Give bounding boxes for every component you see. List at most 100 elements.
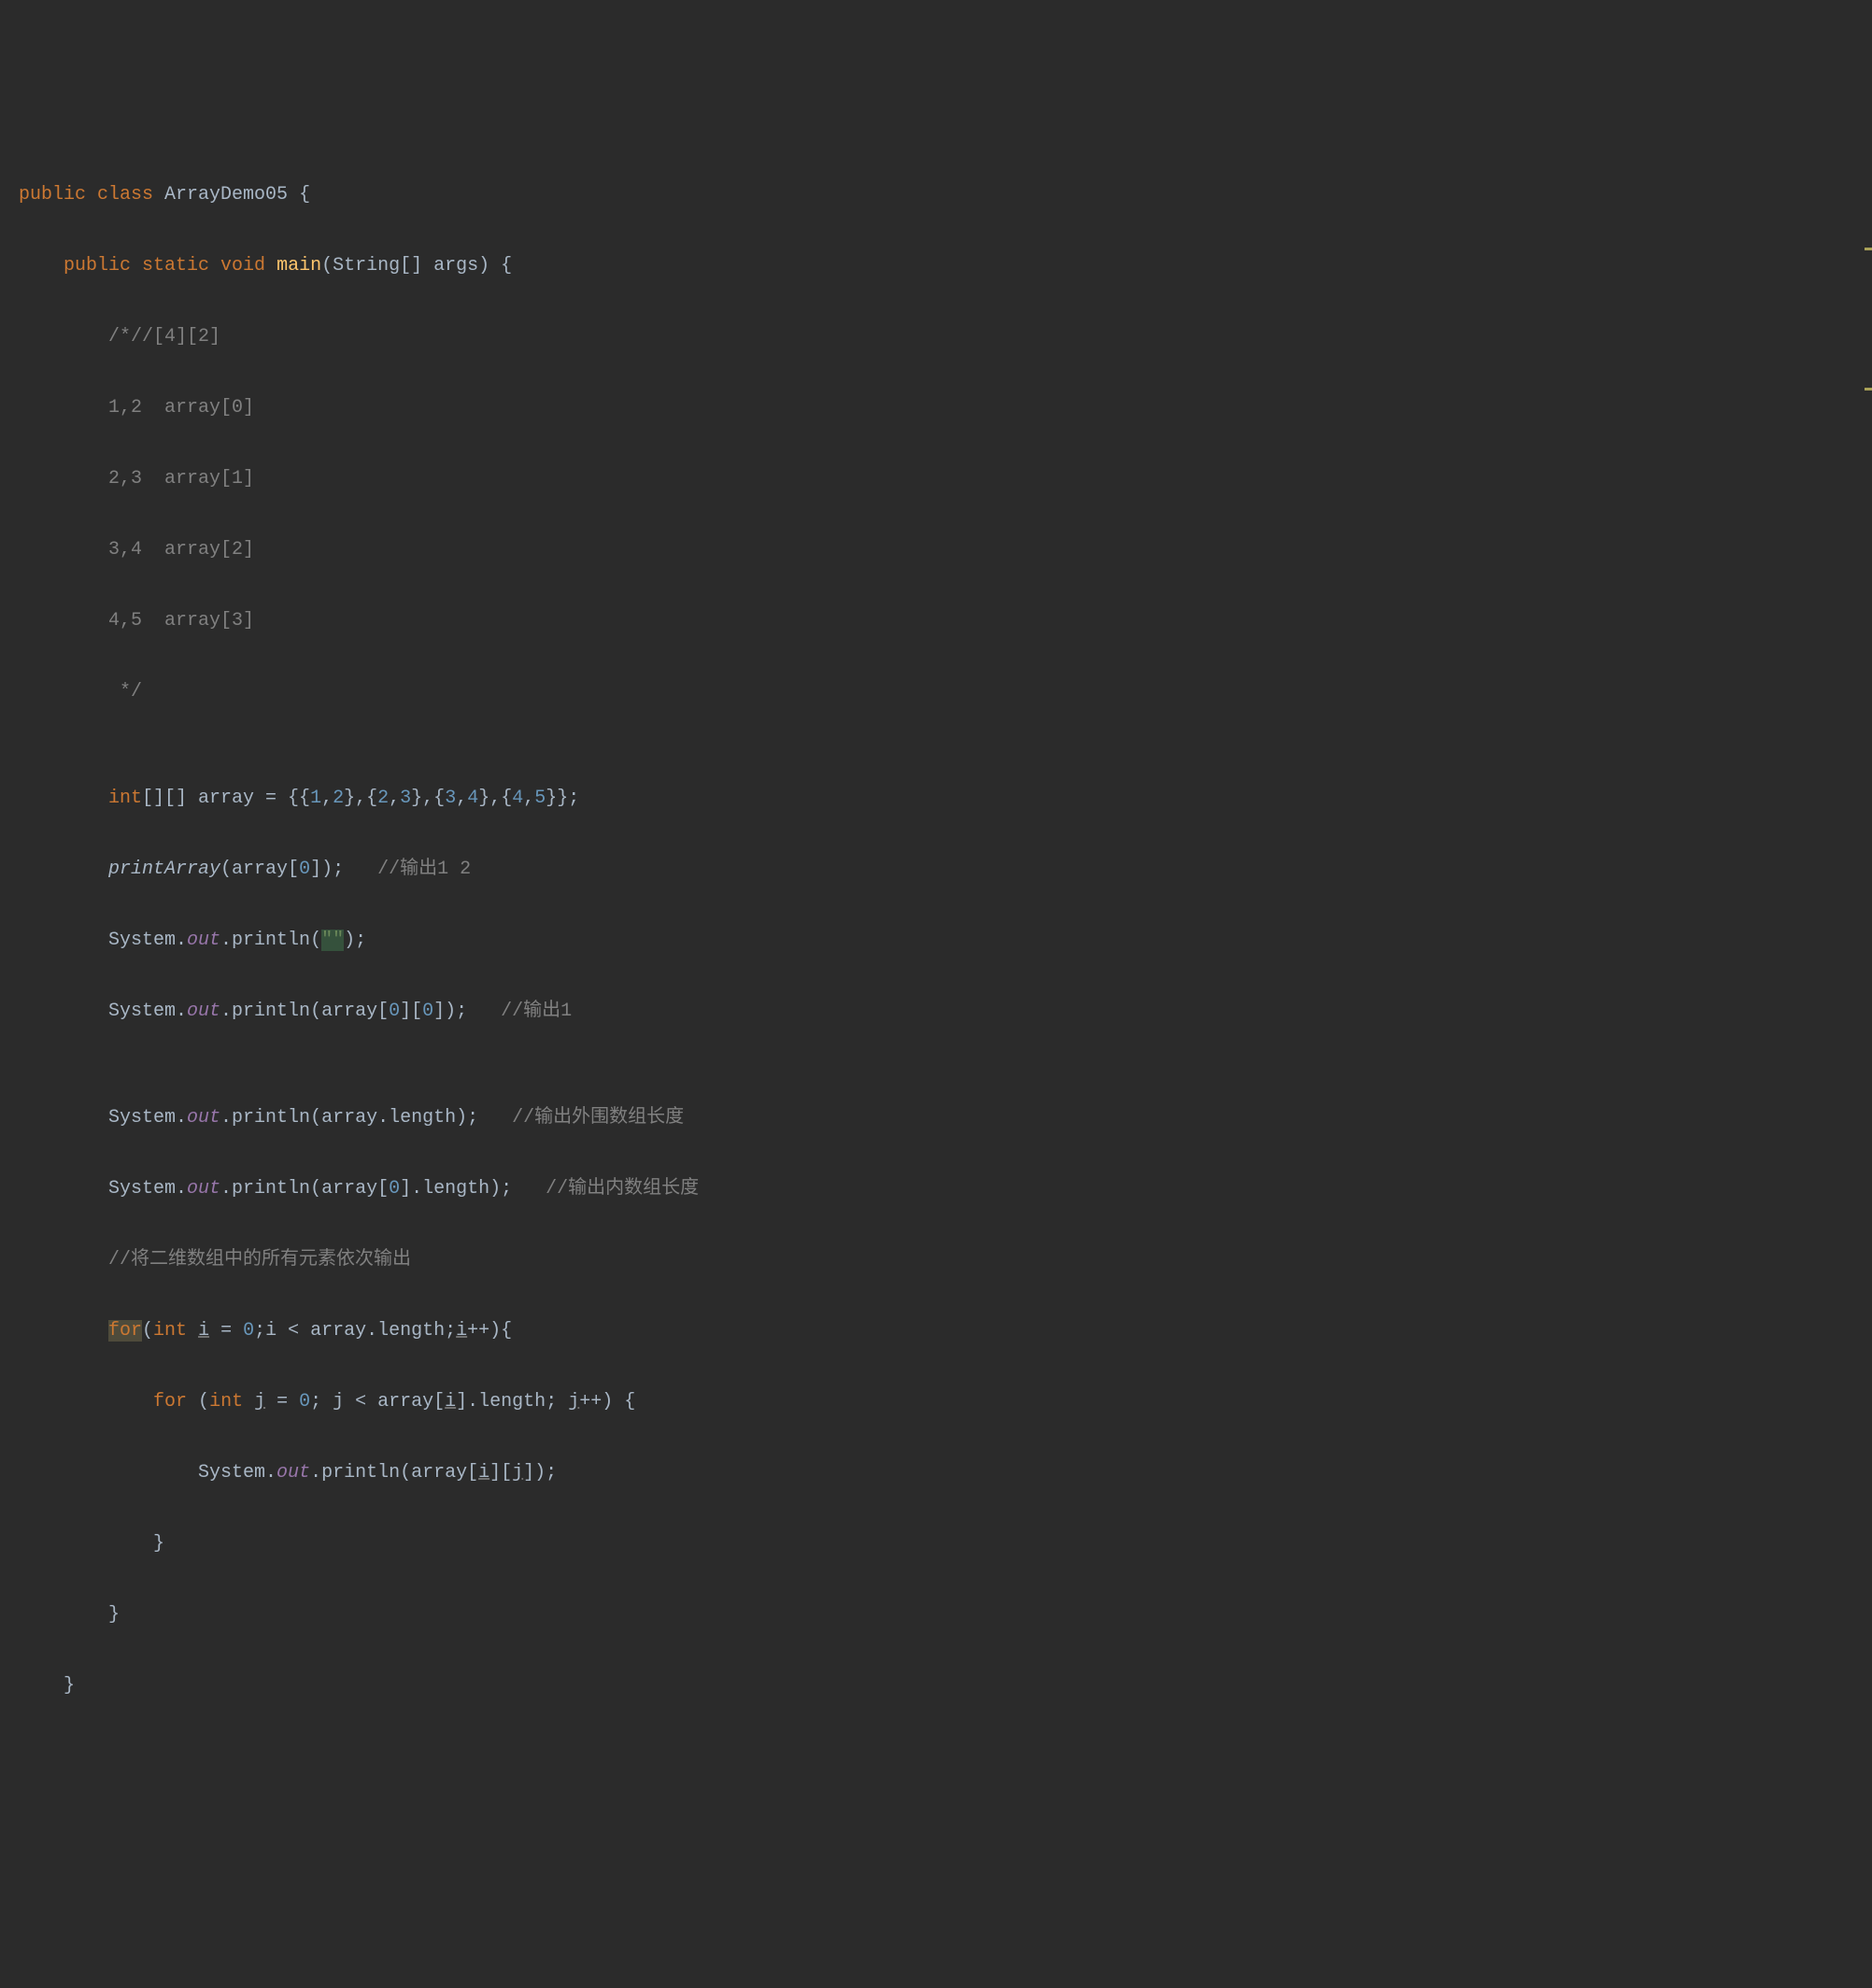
string-literal: "" xyxy=(321,930,344,951)
method-call: printArray xyxy=(108,859,220,880)
code-line[interactable]: 1,2 array[0] xyxy=(19,390,1853,426)
code-text: ].length; xyxy=(456,1391,568,1413)
static-field: out xyxy=(187,930,220,951)
code-text: .println(array[ xyxy=(220,1178,389,1200)
code-text: System. xyxy=(108,930,187,951)
keyword-for: for xyxy=(108,1320,142,1342)
comment: 3,4 array[2] xyxy=(108,539,254,561)
indent xyxy=(19,1533,153,1555)
code-line[interactable]: System.out.println(""); xyxy=(19,923,1853,958)
code-line[interactable]: for (int j = 0; j < array[i].length; j++… xyxy=(19,1384,1853,1420)
keyword: public class xyxy=(19,184,164,206)
code-editor[interactable]: public class ArrayDemo05 { public static… xyxy=(0,142,1872,1740)
indent xyxy=(19,397,108,419)
comma: , xyxy=(456,788,467,809)
number: 2 xyxy=(377,788,389,809)
number: 4 xyxy=(512,788,523,809)
code-text: .println( xyxy=(220,930,321,951)
editor-right-gutter xyxy=(1863,0,1872,1157)
code-line[interactable]: for(int i = 0;i < array.length;i++){ xyxy=(19,1314,1853,1349)
code-line[interactable]: int[][] array = {{1,2},{2,3},{3,4},{4,5}… xyxy=(19,781,1853,816)
comment: //输出内数组长度 xyxy=(546,1178,699,1200)
comment: 4,5 array[3] xyxy=(108,610,254,632)
brace: } xyxy=(108,1604,120,1626)
comment: 1,2 array[0] xyxy=(108,397,254,419)
code-text: ]); xyxy=(523,1462,557,1484)
static-field: out xyxy=(187,1001,220,1022)
static-field: out xyxy=(277,1462,310,1484)
comment: //输出1 xyxy=(501,1001,572,1022)
variable: i xyxy=(478,1462,489,1484)
keyword: public static void xyxy=(64,255,277,277)
indent xyxy=(19,1604,108,1626)
code-line[interactable]: } xyxy=(19,1668,1853,1704)
code-text: System. xyxy=(198,1462,277,1484)
params: (String[] args) { xyxy=(321,255,512,277)
code-line[interactable]: */ xyxy=(19,674,1853,710)
number: 4 xyxy=(467,788,478,809)
indent xyxy=(19,681,120,703)
indent xyxy=(19,1178,108,1200)
number: 0 xyxy=(389,1001,400,1022)
code-line[interactable]: //将二维数组中的所有元素依次输出 xyxy=(19,1242,1853,1278)
code-text: .println(array[ xyxy=(220,1001,389,1022)
code-text: ++){ xyxy=(467,1320,512,1342)
warning-stripe[interactable] xyxy=(1865,388,1872,390)
indent xyxy=(19,255,64,277)
paren: ( xyxy=(198,1391,209,1413)
code-line[interactable]: } xyxy=(19,1526,1853,1562)
variable: j xyxy=(512,1462,523,1484)
variable: j xyxy=(568,1391,579,1413)
indent xyxy=(19,930,108,951)
indent xyxy=(19,1675,64,1697)
number: 0 xyxy=(422,1001,433,1022)
code-line[interactable]: 4,5 array[3] xyxy=(19,604,1853,639)
code-line[interactable]: printArray(array[0]); //输出1 2 xyxy=(19,852,1853,888)
code-text: .println(array.length); xyxy=(220,1107,512,1129)
indent xyxy=(19,1107,108,1129)
code-text: = xyxy=(209,1320,243,1342)
indent xyxy=(19,788,108,809)
class-name: ArrayDemo05 xyxy=(164,184,299,206)
comment: 2,3 array[1] xyxy=(108,468,254,490)
indent xyxy=(19,468,108,490)
comment: //将二维数组中的所有元素依次输出 xyxy=(108,1249,411,1271)
static-field: out xyxy=(187,1107,220,1129)
comma: , xyxy=(389,788,400,809)
code-text: ].length); xyxy=(400,1178,546,1200)
code-line[interactable]: } xyxy=(19,1598,1853,1633)
paren: ( xyxy=(142,1320,153,1342)
code-text: ]); xyxy=(433,1001,501,1022)
indent xyxy=(19,1391,153,1413)
comment: //输出外围数组长度 xyxy=(512,1107,684,1129)
keyword: int xyxy=(153,1320,198,1342)
code-line[interactable]: public static void main(String[] args) { xyxy=(19,248,1853,284)
number: 0 xyxy=(389,1178,400,1200)
warning-stripe[interactable] xyxy=(1865,248,1872,250)
method-name: main xyxy=(277,255,321,277)
code-text: ][ xyxy=(489,1462,512,1484)
code-text: .println(array[ xyxy=(310,1462,478,1484)
code-line[interactable]: System.out.println(array[0][0]); //输出1 xyxy=(19,994,1853,1030)
number: 0 xyxy=(299,859,310,880)
brace: { xyxy=(299,184,310,206)
code-line[interactable]: System.out.println(array[i][j]); xyxy=(19,1456,1853,1491)
keyword: int xyxy=(108,788,142,809)
code-text: System. xyxy=(108,1107,187,1129)
number: 1 xyxy=(310,788,321,809)
code-line[interactable]: System.out.println(array[0].length); //输… xyxy=(19,1172,1853,1207)
indent xyxy=(19,1249,108,1271)
comment: /*//[4][2] xyxy=(108,326,220,348)
variable: j xyxy=(254,1391,265,1413)
code-line[interactable]: 3,4 array[2] xyxy=(19,532,1853,568)
code-text: ; j < array[ xyxy=(310,1391,445,1413)
code-text: ;i < array.length; xyxy=(254,1320,456,1342)
code-text: [][] array = {{ xyxy=(142,788,310,809)
brace: } xyxy=(64,1675,75,1697)
static-field: out xyxy=(187,1178,220,1200)
code-line[interactable]: public class ArrayDemo05 { xyxy=(19,178,1853,213)
code-line[interactable]: 2,3 array[1] xyxy=(19,462,1853,497)
code-text: }}; xyxy=(546,788,579,809)
code-line[interactable]: System.out.println(array.length); //输出外围… xyxy=(19,1100,1853,1136)
code-line[interactable]: /*//[4][2] xyxy=(19,320,1853,355)
